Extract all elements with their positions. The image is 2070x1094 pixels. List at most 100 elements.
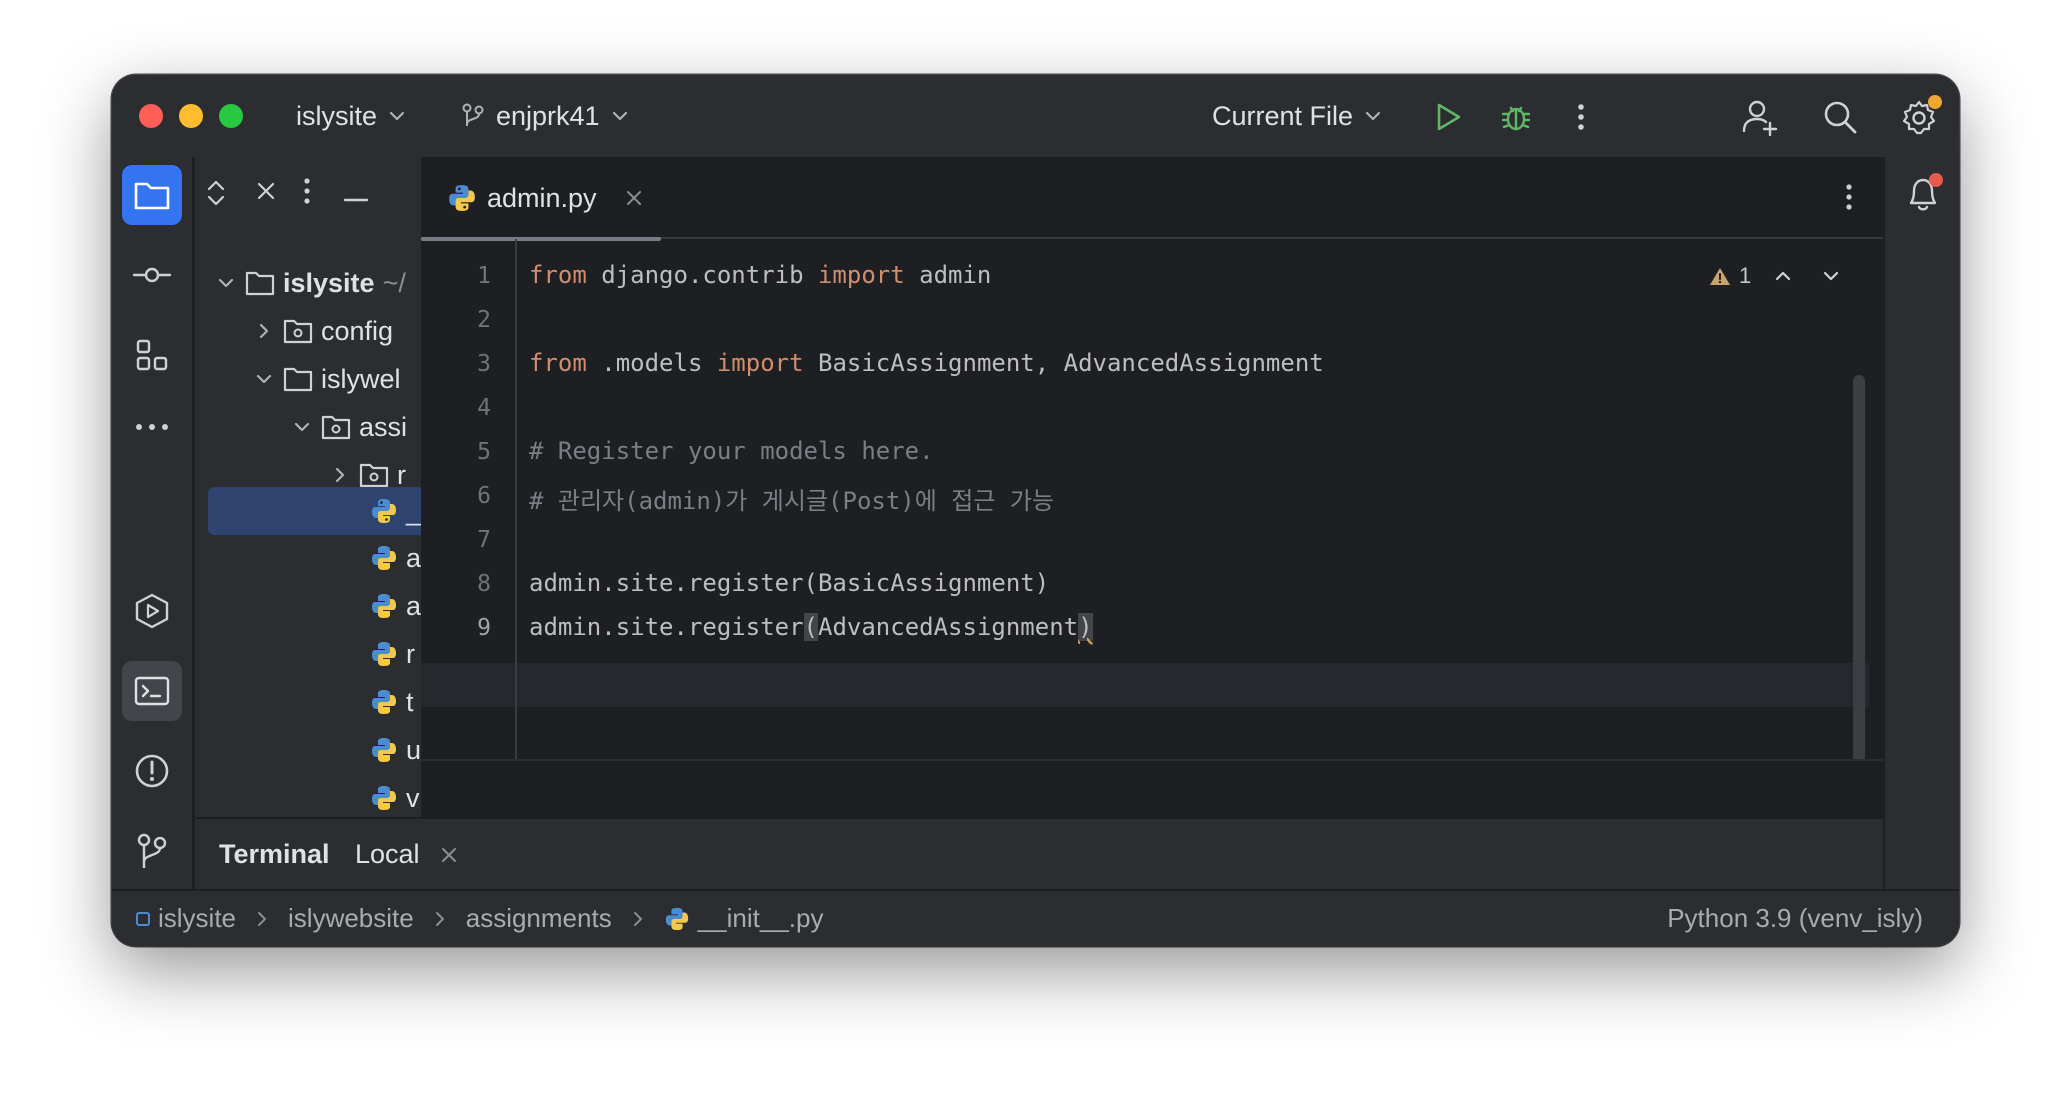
code-line-9[interactable]: admin.site.register(AdvancedAssignment) xyxy=(529,613,1093,641)
warning-triangle-icon xyxy=(1710,268,1730,285)
problems-tool-button[interactable] xyxy=(122,741,182,801)
editor-bottom-strip xyxy=(421,759,1883,817)
inspection-widget[interactable]: 1 xyxy=(1709,263,1841,289)
python-file-icon xyxy=(372,690,396,714)
chevron-right-icon xyxy=(254,909,270,929)
close-icon xyxy=(257,182,275,200)
python-file-icon xyxy=(372,738,396,762)
line-number: 8 xyxy=(477,571,491,597)
breadcrumb-assignments[interactable]: assignments xyxy=(466,903,612,934)
tree-root-islysite[interactable]: islysite ~/ xyxy=(215,260,406,306)
tree-item-assignments[interactable]: assi xyxy=(291,404,407,450)
tree-item-config[interactable]: config xyxy=(253,308,393,354)
code-line-1[interactable]: from django.contrib import admin xyxy=(529,261,991,289)
run-button[interactable] xyxy=(1428,97,1468,137)
folder-icon xyxy=(283,367,313,392)
python-file-icon xyxy=(665,907,688,930)
zoom-window-button[interactable] xyxy=(219,104,243,128)
settings-button[interactable] xyxy=(1898,93,1944,139)
project-tool-button[interactable] xyxy=(122,165,182,225)
line-number: 7 xyxy=(477,527,491,553)
close-terminal-tab-button[interactable] xyxy=(440,846,458,864)
tree-item-file[interactable]: a xyxy=(370,583,421,629)
line-number: 4 xyxy=(477,395,491,421)
search-everywhere-button[interactable] xyxy=(1818,95,1862,139)
branch-name: enjprk41 xyxy=(496,100,600,131)
editor-scrollbar[interactable] xyxy=(1853,375,1865,775)
line-number: 9 xyxy=(477,615,491,641)
tree-item-label: u xyxy=(406,734,421,765)
interpreter-label: Python 3.9 (venv_isly) xyxy=(1667,903,1923,933)
bug-icon xyxy=(1501,106,1531,131)
close-tab-button[interactable] xyxy=(625,189,643,207)
current-line-highlight xyxy=(421,663,1869,707)
keyword: from xyxy=(529,349,587,377)
project-options-button[interactable] xyxy=(303,177,311,210)
structure-tool-button[interactable] xyxy=(122,325,182,385)
branch-selector[interactable]: enjprk41 xyxy=(460,95,630,137)
collapse-all-button[interactable] xyxy=(255,180,277,211)
python-file-icon xyxy=(372,594,396,618)
minimize-window-button[interactable] xyxy=(179,104,203,128)
notifications-button[interactable] xyxy=(1903,173,1945,217)
hide-panel-button[interactable] xyxy=(343,190,369,208)
chevron-down-icon xyxy=(612,111,627,121)
tree-item-file[interactable]: a xyxy=(370,535,421,581)
editor-tabs-menu-button[interactable] xyxy=(1845,183,1853,216)
more-actions-button[interactable] xyxy=(1566,97,1596,137)
breadcrumb-islywebsite[interactable]: islywebsite xyxy=(288,903,414,934)
code-line-3[interactable]: from .models import BasicAssignment, Adv… xyxy=(529,349,1324,377)
commit-tool-button[interactable] xyxy=(122,245,182,305)
package-folder-icon xyxy=(283,319,313,344)
python-interpreter-selector[interactable]: Python 3.9 (venv_isly) xyxy=(1667,903,1923,934)
run-configuration-selector[interactable]: Current File xyxy=(1212,95,1383,137)
tree-item-file[interactable]: v xyxy=(370,775,420,817)
terminal-tool-button[interactable] xyxy=(122,661,182,721)
module-name: .models xyxy=(586,349,717,377)
debug-button[interactable] xyxy=(1496,97,1536,137)
tree-item-islywebsite[interactable]: islywel xyxy=(253,356,401,402)
tree-item-file[interactable]: u xyxy=(370,727,421,773)
folder-icon xyxy=(134,182,170,210)
ide-window: islysite enjprk41 Current File islysite … xyxy=(112,75,1959,946)
previous-highlight-button[interactable] xyxy=(1773,266,1793,286)
python-file-icon xyxy=(372,546,396,570)
status-bar: islysite islywebsite assignments __init_… xyxy=(112,889,1959,946)
tree-item-file[interactable]: t xyxy=(370,679,414,725)
tree-item-label: _ xyxy=(405,495,421,526)
chevron-down-icon xyxy=(1365,111,1381,121)
matched-brace: ( xyxy=(803,613,818,641)
folder-icon xyxy=(245,271,275,296)
tab-admin-py[interactable]: admin.py xyxy=(421,157,661,241)
project-selector[interactable]: islysite xyxy=(296,95,407,137)
warning-count: 1 xyxy=(1739,263,1752,288)
project-panel: islysite ~/ config islywel assi r _ a a … xyxy=(195,157,421,817)
breadcrumb-project[interactable]: islysite xyxy=(136,903,236,934)
code-text: admin.site.register xyxy=(529,613,804,641)
terminal-tab-label: Local xyxy=(355,839,420,869)
terminal-tool-window-header: Terminal Local xyxy=(195,817,1883,889)
code-line-6[interactable]: # 관리자(admin)가 게시글(Post)에 접근 가능 xyxy=(529,481,1054,516)
code-line-8[interactable]: admin.site.register(BasicAssignment) xyxy=(529,569,1049,597)
code-with-me-button[interactable] xyxy=(1738,95,1782,139)
code-line-5[interactable]: # Register your models here. xyxy=(529,437,934,465)
line-number: 3 xyxy=(477,351,491,377)
close-window-button[interactable] xyxy=(139,104,163,128)
minus-icon xyxy=(343,198,369,202)
git-tool-button[interactable] xyxy=(122,821,182,881)
editor-tab-bar: admin.py xyxy=(421,157,1883,241)
tree-item-init-file[interactable]: _ xyxy=(208,487,421,535)
breadcrumb-init-file[interactable]: __init__.py xyxy=(664,903,823,934)
terminal-tab-local[interactable]: Local xyxy=(355,839,458,870)
tree-item-file[interactable]: r xyxy=(370,631,415,677)
expand-all-button[interactable] xyxy=(205,177,227,214)
more-tools-button[interactable] xyxy=(122,397,182,457)
chevron-down-icon xyxy=(291,416,313,438)
update-badge xyxy=(1928,95,1942,109)
services-tool-button[interactable] xyxy=(122,581,182,641)
tab-label: admin.py xyxy=(487,182,597,213)
more-horizontal-icon xyxy=(136,424,168,430)
import-name: admin xyxy=(904,261,992,289)
next-highlight-button[interactable] xyxy=(1821,266,1841,286)
warning-circle-icon xyxy=(135,754,169,788)
